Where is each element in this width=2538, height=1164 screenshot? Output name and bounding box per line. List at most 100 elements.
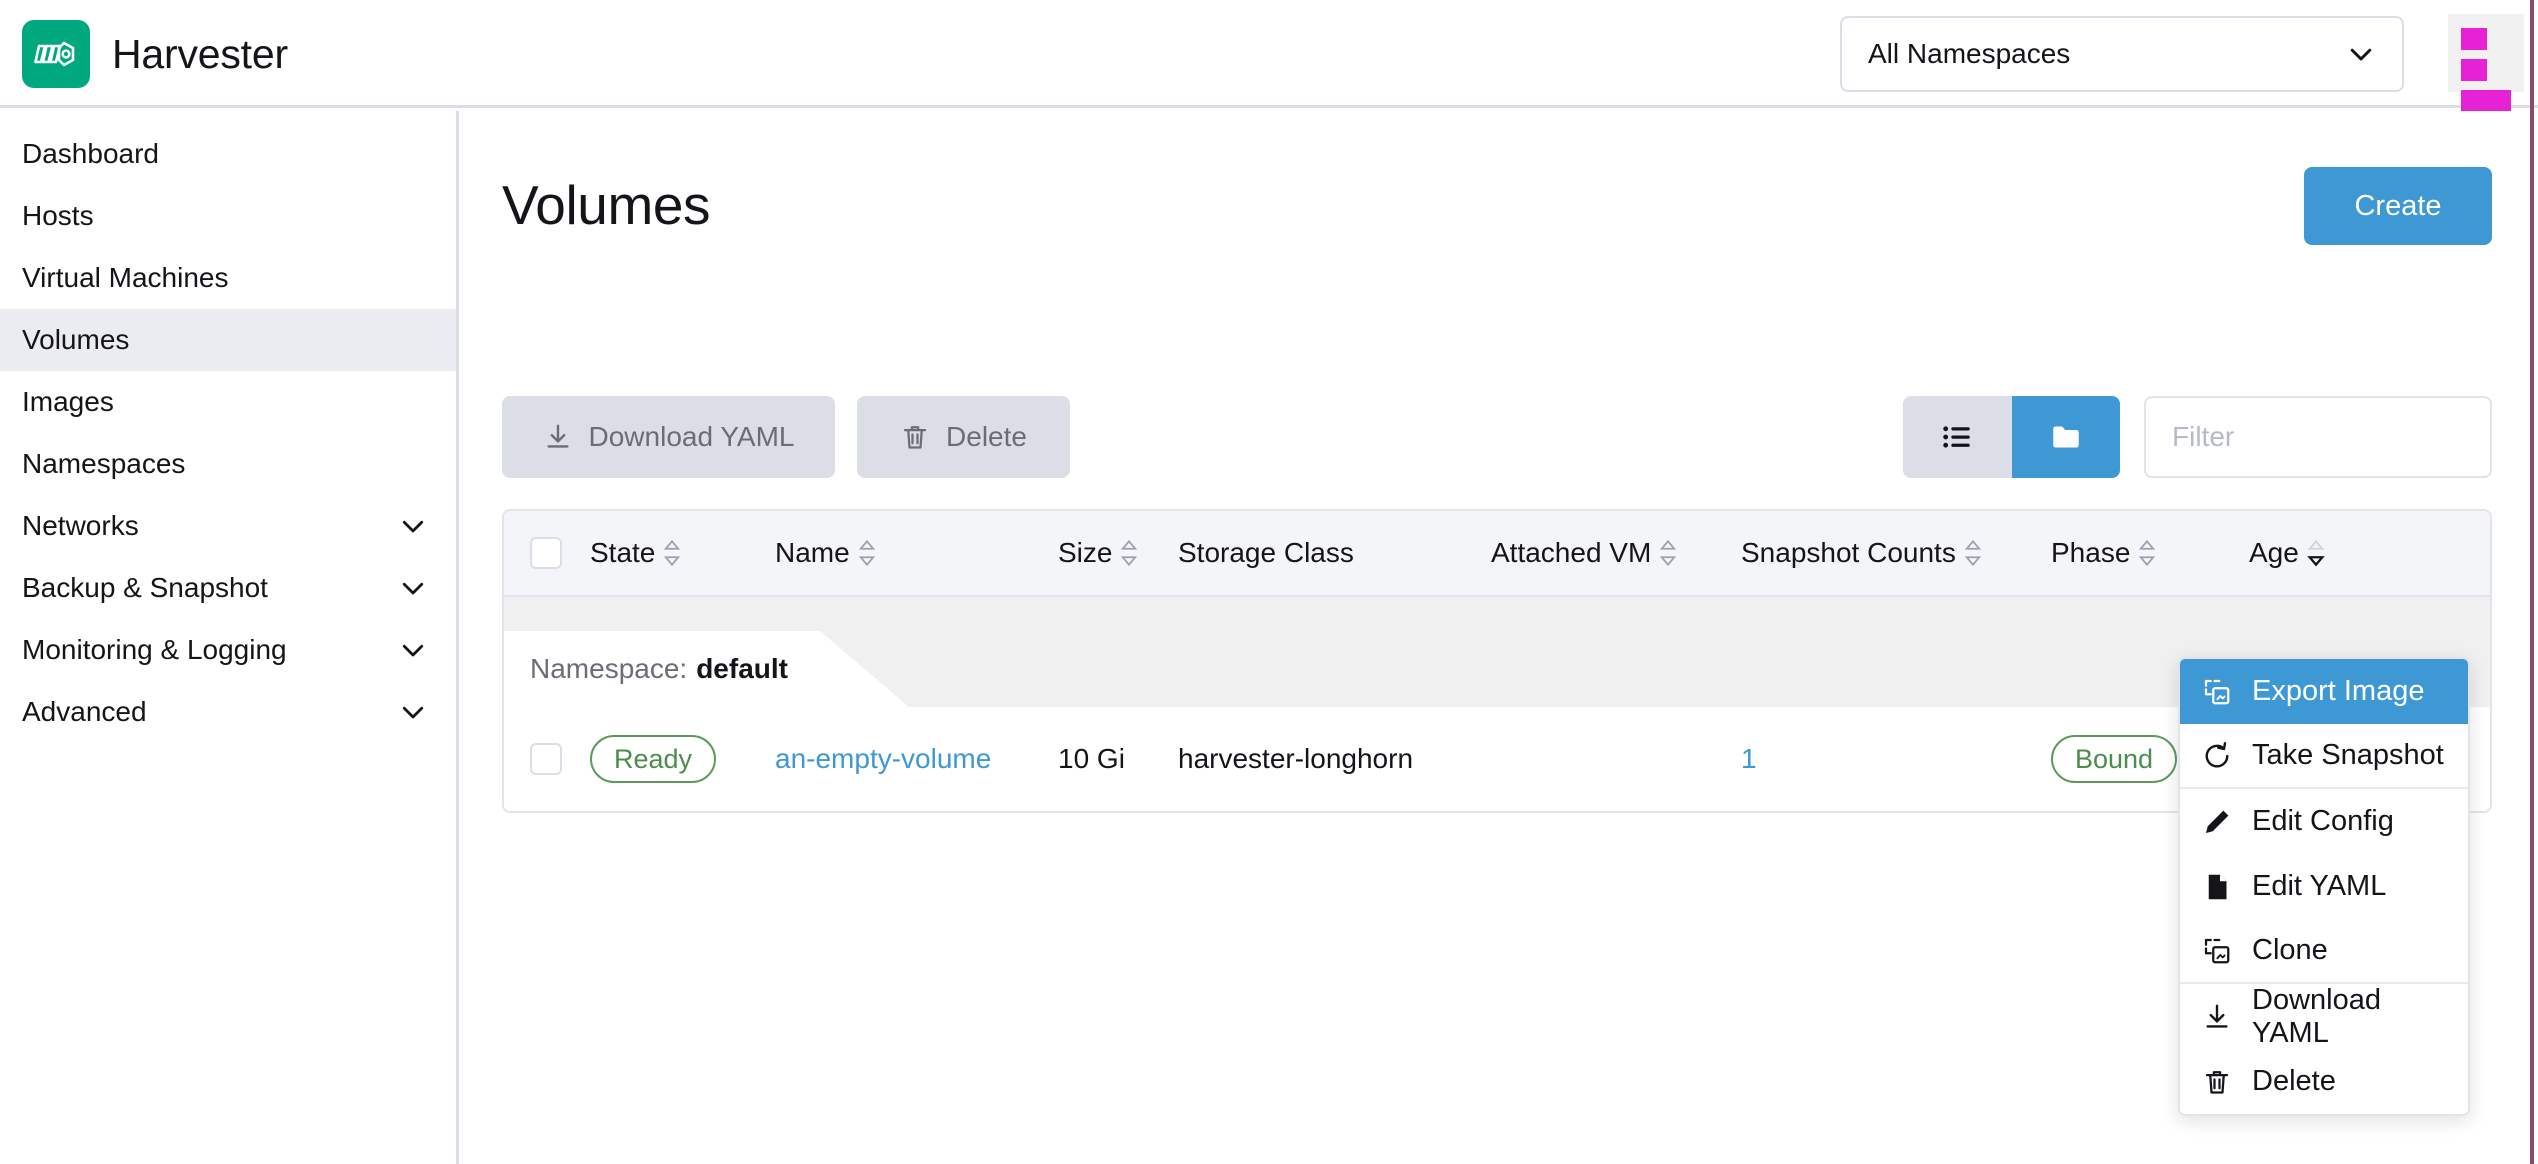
sidebar-item-backup-and-snapshot[interactable]: Backup & Snapshot [0,557,456,619]
apps-grid-icon[interactable] [2448,14,2524,92]
sort-icon [857,539,877,567]
grid-cell [2461,28,2487,50]
sidebar-item-namespaces[interactable]: Namespaces [0,433,456,495]
column-header-size[interactable]: Size [1058,537,1178,569]
cell-snapshot-counts: 1 [1741,743,2051,775]
sidebar-item-label: Volumes [22,324,129,356]
sidebar-item-label: Networks [22,510,139,542]
sidebar-item-hosts[interactable]: Hosts [0,185,456,247]
snapshot-count-link[interactable]: 1 [1741,743,1757,775]
menu-item-edit-yaml[interactable]: Edit YAML [2180,854,2468,919]
cell-name: an-empty-volume [775,743,1058,775]
list-view-button[interactable] [1903,396,2012,478]
column-header-state[interactable]: State [590,537,775,569]
download-icon [543,422,573,452]
export-image-icon [2202,677,2232,707]
chevron-down-icon [2346,39,2376,69]
volume-name-link[interactable]: an-empty-volume [775,743,991,775]
sort-icon-active-desc [2306,539,2326,567]
status-badge: Ready [590,735,716,783]
column-header-label: Age [2249,537,2299,569]
namespace-group-tab[interactable]: Namespace: default [504,631,909,707]
menu-item-label: Delete [2252,1065,2336,1098]
sidebar-item-images[interactable]: Images [0,371,456,433]
cell-storage-class: harvester-longhorn [1178,743,1491,775]
brand[interactable]: Harvester [22,20,288,88]
column-header-label: Name [775,537,850,569]
menu-item-delete[interactable]: Delete [2180,1049,2468,1114]
chevron-down-icon [398,635,428,665]
table-action-bar: Download YAML Delete [502,396,2492,478]
pencil-icon [2202,807,2232,837]
sidebar-item-dashboard[interactable]: Dashboard [0,123,456,185]
sidebar-item-volumes[interactable]: Volumes [0,309,456,371]
brand-name: Harvester [112,31,288,78]
sort-icon [662,539,682,567]
sort-icon [1658,539,1678,567]
menu-item-take-snapshot[interactable]: Take Snapshot [2180,724,2468,789]
column-header-label: Attached VM [1491,537,1651,569]
folder-view-icon [2049,420,2083,454]
right-edge-rule [2530,0,2534,1164]
top-header-bar: Harvester All Namespaces [0,0,2538,108]
sidebar-item-networks[interactable]: Networks [0,495,456,557]
menu-item-clone[interactable]: Clone [2180,919,2468,984]
delete-label: Delete [946,421,1027,453]
menu-item-label: Edit YAML [2252,870,2386,903]
sidebar-item-label: Images [22,386,114,418]
row-context-menu: Export Image Take Snapshot Edit Config E… [2178,657,2470,1116]
column-header-attached-vm[interactable]: Attached VM [1491,537,1741,569]
table-header-row: State Name Size [504,511,2490,597]
filter-input[interactable] [2144,396,2492,478]
file-icon [2202,872,2232,902]
row-checkbox[interactable] [530,743,562,775]
create-button[interactable]: Create [2304,167,2492,245]
column-header-label: Storage Class [1178,537,1354,569]
cell-state: Ready [590,735,775,783]
namespace-select-value: All Namespaces [1868,38,2346,70]
sidebar-nav: Dashboard Hosts Virtual Machines Volumes… [0,111,459,1164]
group-view-button[interactable] [2012,396,2121,478]
menu-item-edit-config[interactable]: Edit Config [2180,789,2468,854]
select-all-checkbox[interactable] [530,537,562,569]
sidebar-item-label: Monitoring & Logging [22,634,287,666]
trash-icon [900,422,930,452]
chevron-down-icon [398,573,428,603]
page-title: Volumes [502,173,710,237]
menu-item-label: Clone [2252,934,2328,967]
grid-cell [2461,59,2487,81]
menu-item-label: Download YAML [2252,984,2446,1050]
download-yaml-button[interactable]: Download YAML [502,396,835,478]
column-header-age[interactable]: Age [2249,537,2409,569]
namespace-group-prefix: Namespace: [530,653,687,685]
menu-item-label: Export Image [2252,675,2424,708]
namespace-select[interactable]: All Namespaces [1840,16,2404,92]
column-header-snapshot-counts[interactable]: Snapshot Counts [1741,537,2051,569]
sort-icon [1963,539,1983,567]
view-mode-toggle [1903,396,2120,478]
download-icon [2202,1002,2232,1032]
list-view-icon [1940,420,1974,454]
column-header-label: Phase [2051,537,2130,569]
column-header-label: Snapshot Counts [1741,537,1956,569]
trash-icon [2202,1067,2232,1097]
menu-item-label: Take Snapshot [2252,739,2444,772]
delete-button[interactable]: Delete [857,396,1070,478]
column-header-storage-class: Storage Class [1178,537,1491,569]
sidebar-item-advanced[interactable]: Advanced [0,681,456,743]
column-header-name[interactable]: Name [775,537,1058,569]
menu-item-export-image[interactable]: Export Image [2180,659,2468,724]
row-select-cell [530,743,590,775]
chevron-down-icon [398,697,428,727]
sidebar-item-monitoring-and-logging[interactable]: Monitoring & Logging [0,619,456,681]
cell-size: 10 Gi [1058,743,1178,775]
sidebar-item-virtual-machines[interactable]: Virtual Machines [0,247,456,309]
sidebar-item-label: Backup & Snapshot [22,572,268,604]
app-root: Harvester All Namespaces Dashboard Hosts… [0,0,2538,1164]
menu-item-download-yaml[interactable]: Download YAML [2180,984,2468,1049]
menu-item-label: Edit Config [2252,805,2394,838]
sort-icon [2137,539,2157,567]
namespace-group-value: default [696,653,788,685]
column-header-phase[interactable]: Phase [2051,537,2249,569]
phase-badge: Bound [2051,735,2177,783]
